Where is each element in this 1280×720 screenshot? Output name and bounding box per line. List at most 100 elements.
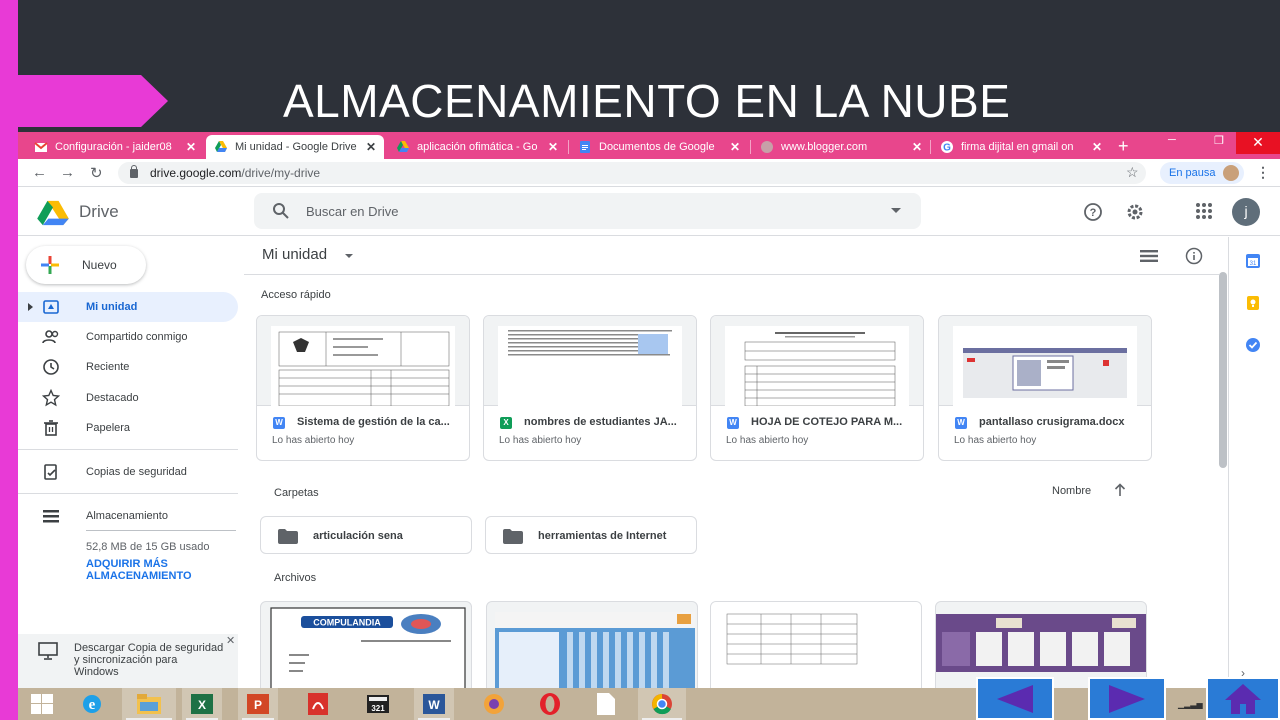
toolbar-divider [244, 274, 1219, 275]
profile-avatar [1223, 165, 1240, 181]
sidebar-item-my-drive[interactable]: Mi unidad [18, 292, 238, 322]
page-title[interactable]: Mi unidad [262, 246, 327, 263]
my-drive-icon [43, 300, 59, 314]
next-slide-button[interactable] [1088, 677, 1166, 720]
docs-icon [580, 141, 590, 153]
main-scrollbar[interactable] [1219, 272, 1227, 468]
sort-arrow-up-icon[interactable] [1114, 483, 1126, 497]
excel-app-icon[interactable]: X [182, 688, 222, 720]
quick-access-card[interactable]: W HOJA DE COTEJO PARA M... Lo has abiert… [710, 315, 924, 461]
sidebar-item-storage[interactable]: Almacenamiento [18, 501, 238, 531]
apps-grid-icon[interactable] [1195, 202, 1213, 220]
svg-text:X: X [198, 698, 206, 712]
close-icon[interactable]: ✕ [912, 140, 922, 154]
sidebar-item-shared[interactable]: Compartido conmigo [18, 322, 238, 352]
sidebar-item-trash[interactable]: Papelera [18, 413, 238, 443]
help-icon[interactable]: ? [1083, 202, 1103, 222]
settings-gear-icon[interactable] [1125, 202, 1145, 222]
quick-access-heading: Acceso rápido [261, 289, 331, 301]
gmail-icon [34, 142, 48, 152]
account-avatar[interactable]: j [1232, 198, 1260, 226]
info-icon[interactable] [1185, 247, 1203, 265]
maximize-icon[interactable]: ❐ [1214, 134, 1224, 147]
chevron-down-icon[interactable] [345, 254, 353, 258]
storage-icon [43, 510, 59, 523]
search-options-icon[interactable] [891, 208, 901, 213]
blank-document-icon[interactable] [586, 688, 626, 720]
new-button[interactable]: Nuevo [26, 246, 146, 284]
sidebar-item-backups[interactable]: Copias de seguridad [18, 457, 238, 487]
google-icon: G [941, 141, 953, 154]
tab-google-docs[interactable]: Documentos de Google ✕ [570, 135, 748, 159]
file-card[interactable] [710, 601, 922, 688]
drive-sidebar: Nuevo Mi unidad Compartido conmigo Recie… [18, 237, 243, 688]
opera-browser-icon[interactable] [530, 688, 570, 720]
file-card[interactable] [935, 601, 1147, 688]
lock-icon [130, 164, 138, 178]
powerpoint-app-icon[interactable]: P [238, 688, 278, 720]
windows-start-icon[interactable] [22, 688, 62, 720]
buy-storage-link[interactable]: ADQUIRIR MÁS ALMACENAMIENTO [86, 558, 216, 582]
close-icon[interactable]: ✕ [1092, 140, 1102, 154]
home-slide-button[interactable] [1206, 677, 1280, 720]
backup-sync-promo[interactable]: Descargar Copia de seguridad y sincroniz… [18, 634, 238, 688]
close-icon[interactable]: ✕ [226, 634, 235, 647]
url-field[interactable]: drive.google.com/drive/my-drive [118, 162, 1146, 184]
quick-access-card[interactable]: X nombres de estudiantes JA... Lo has ab… [483, 315, 697, 461]
storage-meter [86, 530, 236, 531]
tasks-icon[interactable] [1245, 337, 1261, 353]
close-icon[interactable]: ✕ [186, 140, 196, 154]
slide-title: ALMACENAMIENTO EN LA NUBE [283, 75, 1011, 127]
new-tab-button[interactable]: + [1118, 135, 1129, 157]
calendar-icon[interactable]: 31 [1245, 253, 1261, 269]
quick-access-card[interactable]: W pantallaso crusigrama.docx Lo has abie… [938, 315, 1152, 461]
pdf-reader-icon[interactable] [298, 688, 338, 720]
sidebar-item-label: Compartido conmigo [86, 331, 188, 343]
folder-item[interactable]: articulación sena [260, 516, 472, 554]
vpn-app-icon[interactable] [474, 688, 514, 720]
tab-blogger[interactable]: www.blogger.com ✕ [752, 135, 930, 159]
word-app-icon[interactable]: W [414, 688, 454, 720]
close-icon[interactable]: ✕ [548, 140, 558, 154]
tab-gmail-signature[interactable]: G firma dijital en gmail on ✕ [932, 135, 1110, 159]
sidebar-item-label: Copias de seguridad [86, 466, 187, 478]
browser-menu-icon[interactable]: ⋮ [1256, 164, 1270, 181]
minimize-icon[interactable]: ─ [1168, 134, 1176, 146]
quick-access-card[interactable]: W Sistema de gestión de la ca... Lo has … [256, 315, 470, 461]
reload-icon[interactable]: ↻ [90, 164, 103, 182]
tab-my-drive[interactable]: Mi unidad - Google Drive ✕ [206, 135, 384, 159]
shared-icon [42, 330, 59, 344]
file-card[interactable]: COMPULANDIA [260, 601, 472, 688]
window-close-button[interactable]: ✕ [1236, 132, 1280, 154]
tab-gmail-settings[interactable]: Configuración - jaider08 ✕ [26, 135, 204, 159]
expand-caret-icon[interactable] [28, 303, 33, 311]
slide-chevron-accent [18, 75, 168, 127]
search-box[interactable]: Buscar en Drive [254, 193, 921, 229]
document-preview [271, 326, 455, 407]
forward-arrow-icon[interactable]: → [60, 164, 75, 181]
previous-slide-button[interactable] [976, 677, 1054, 720]
star-icon [42, 389, 60, 407]
list-view-icon[interactable] [1140, 249, 1158, 263]
close-icon[interactable]: ✕ [366, 140, 376, 154]
sidebar-item-recent[interactable]: Reciente [18, 352, 238, 382]
search-input[interactable]: Buscar en Drive [306, 204, 398, 219]
sort-by-name-button[interactable]: Nombre [1052, 485, 1091, 497]
sidebar-item-starred[interactable]: Destacado [18, 383, 238, 413]
network-signal-icon: ▁▂▃▅ [1178, 700, 1203, 709]
media-player-icon[interactable]: 321 [358, 688, 398, 720]
file-explorer-icon[interactable] [122, 688, 176, 720]
back-arrow-icon[interactable]: ← [32, 164, 47, 181]
folder-item[interactable]: herramientas de Internet [485, 516, 697, 554]
bookmark-star-icon[interactable]: ☆ [1126, 164, 1139, 181]
file-card[interactable] [486, 601, 698, 688]
chrome-browser-icon[interactable] [638, 688, 686, 720]
keep-icon[interactable] [1245, 295, 1261, 311]
internet-explorer-icon[interactable]: e [72, 688, 112, 720]
sidebar-item-label: Almacenamiento [86, 510, 168, 522]
file-thumbnail [257, 316, 469, 407]
drive-logo-icon[interactable] [36, 200, 70, 226]
tab-office-app[interactable]: aplicación ofimática - Go ✕ [388, 135, 566, 159]
profile-chip[interactable]: En pausa [1160, 162, 1244, 184]
close-icon[interactable]: ✕ [730, 140, 740, 154]
